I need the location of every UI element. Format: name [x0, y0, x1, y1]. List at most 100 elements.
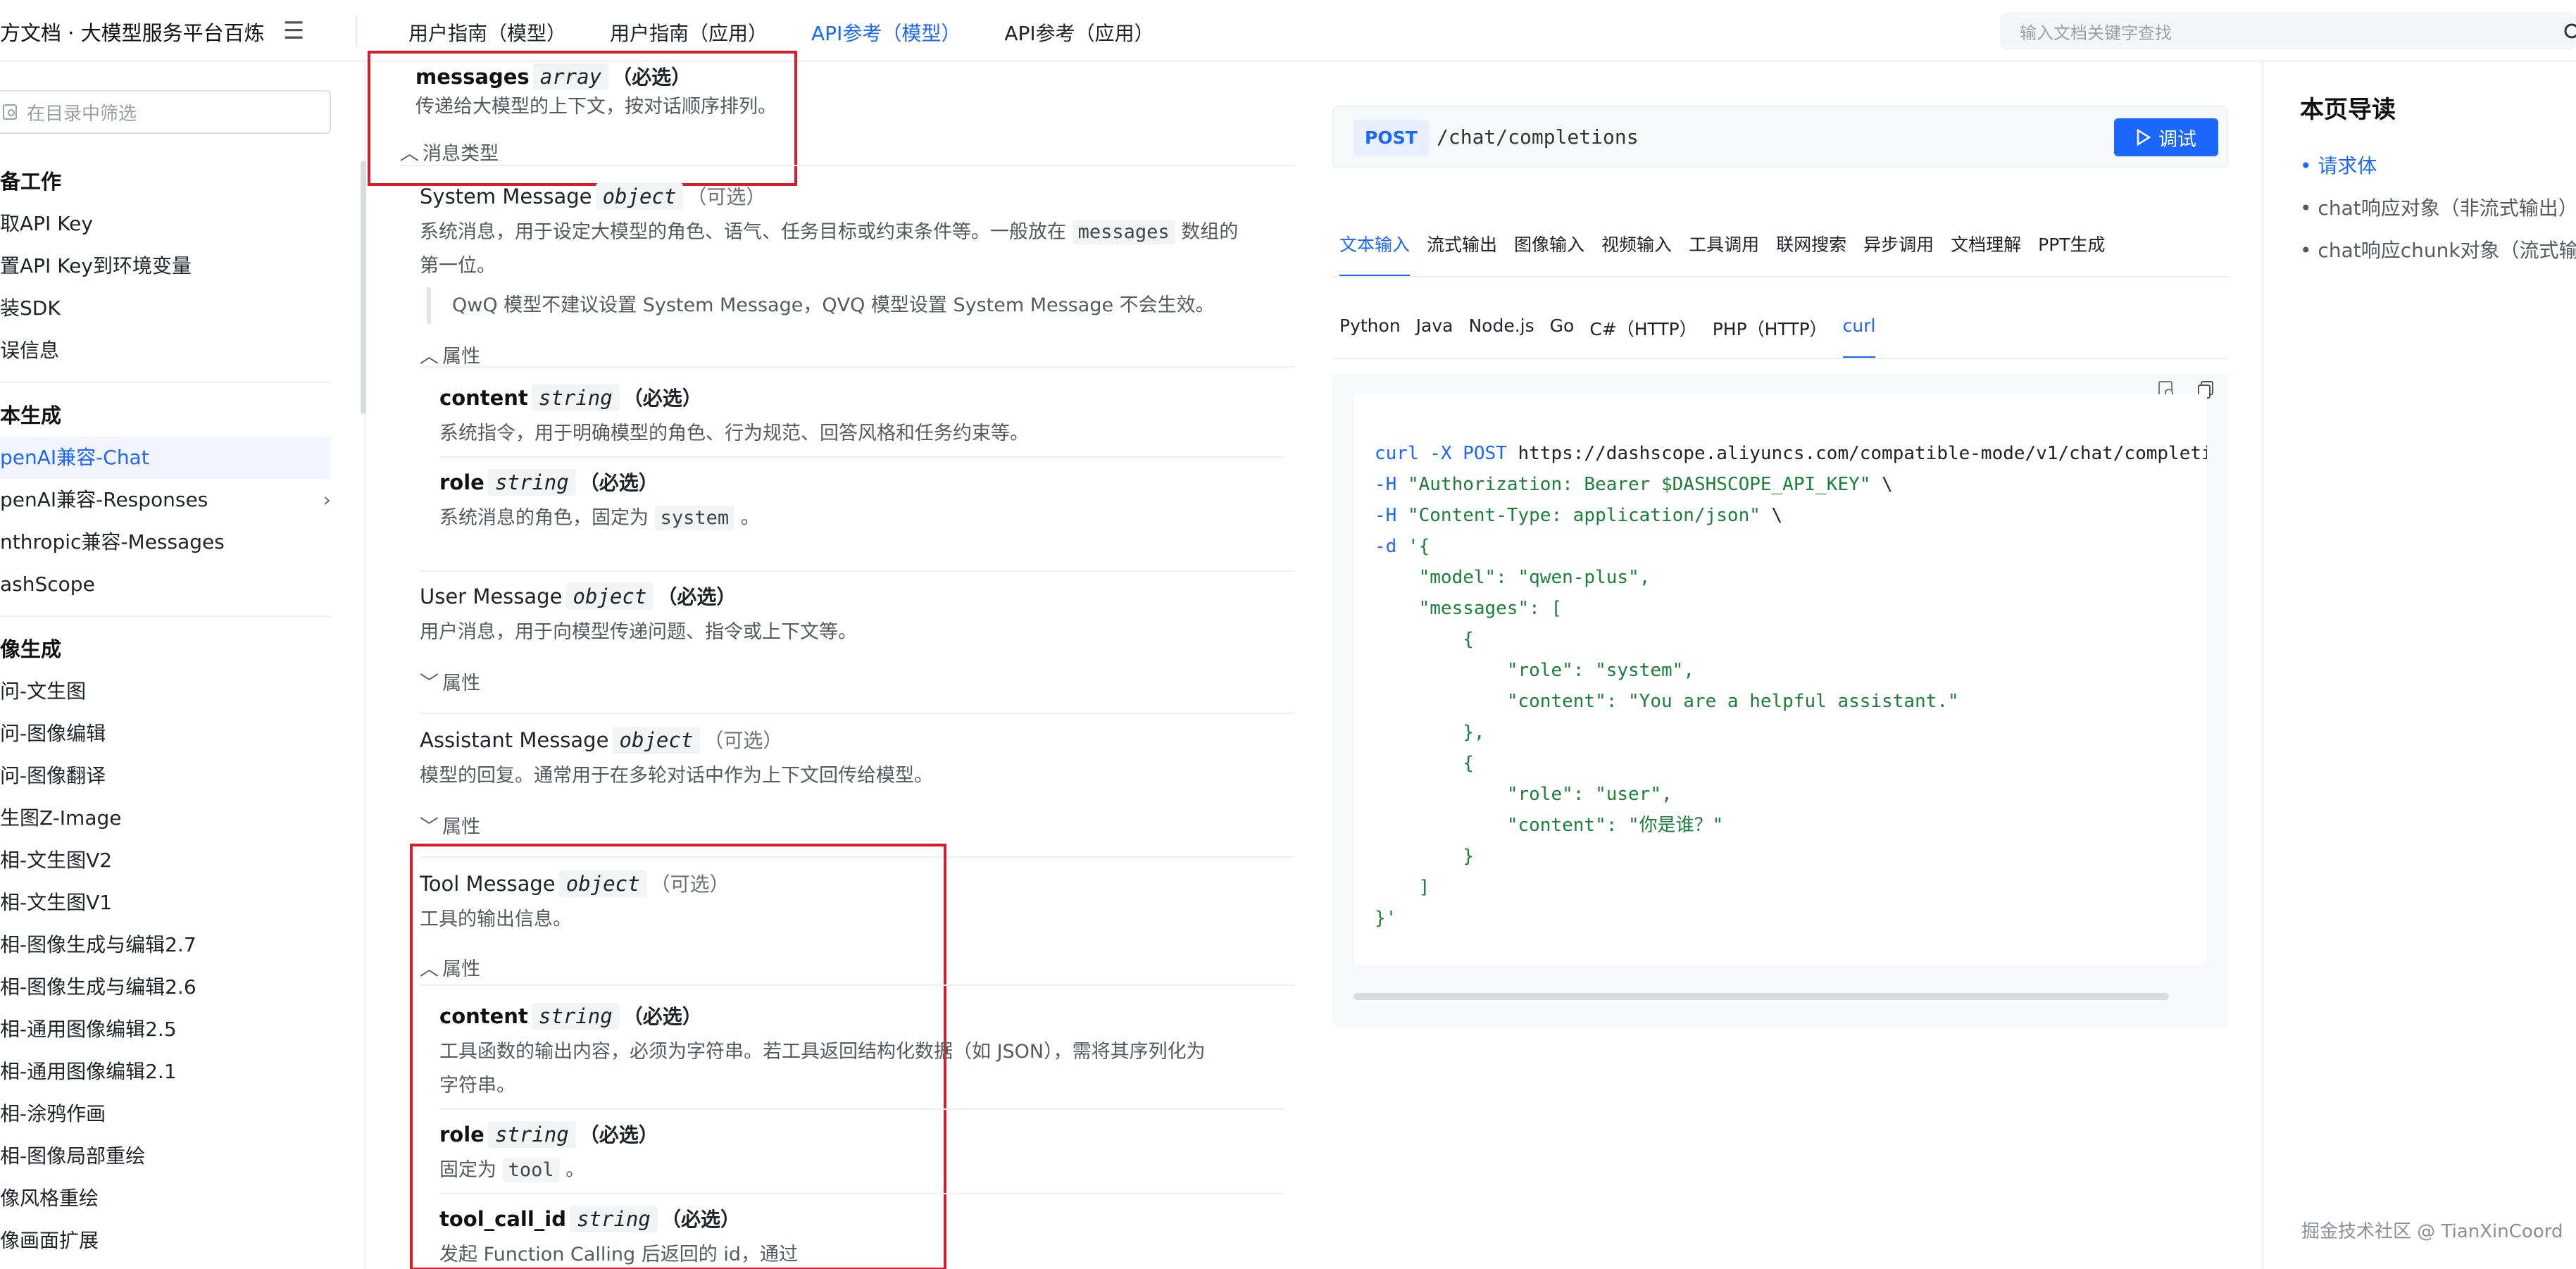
filter-icon — [3, 104, 17, 120]
attr-label: 属性 — [442, 673, 481, 694]
divider — [420, 366, 1294, 368]
nav-api-ref-model[interactable]: API参考（模型） — [811, 18, 961, 46]
sidebar-item[interactable]: 相-图像局部重绘 — [0, 1135, 331, 1177]
code-line: curl -X POST https://dashscope.aliyuncs.… — [1375, 443, 2207, 464]
search-icon[interactable] — [2563, 23, 2576, 42]
user-message-desc: 用户消息，用于向模型传递问题、指令或上下文等。 — [420, 621, 857, 643]
lang-tab-go[interactable]: Go — [1550, 315, 1575, 359]
sidebar-item[interactable]: 问-图像翻译 — [0, 755, 331, 797]
endpoint-bar: POST /chat/completions 调试 — [1332, 106, 2228, 168]
sidebar-section-title: 像生成 — [0, 637, 62, 661]
system-role-param: role string （必选） — [439, 468, 658, 496]
sidebar-item[interactable]: 误信息 — [0, 330, 331, 372]
toc-item-chat-chunk[interactable]: • chat响应chunk对象（流式输出） — [2300, 230, 2576, 272]
tab-text-input[interactable]: 文本输入 — [1339, 231, 1411, 277]
msg-title: Assistant Message — [420, 728, 609, 752]
site-brand[interactable]: 方文档 · 大模型服务平台百炼 — [0, 17, 265, 46]
sidebar-item[interactable]: 置API Key到环境变量 — [0, 245, 331, 287]
sidebar-item[interactable]: 问-文生图 — [0, 670, 331, 713]
tab-ppt[interactable]: PPT生成 — [2038, 231, 2105, 277]
tool-attr-toggle[interactable]: ︿ 属性 — [420, 954, 480, 981]
desc-text: 字符串。 — [439, 1075, 515, 1096]
code-panel: POST /chat/completions 调试 文本输入 流式输出 图像输入… — [1332, 62, 2234, 1269]
sidebar-item[interactable]: 装SDK — [0, 287, 331, 330]
system-attr-toggle[interactable]: ︿ 属性 — [420, 341, 480, 368]
main-content: messages array （必选） 传递给大模型的上下文，按对话顺序排列。 … — [368, 51, 1297, 1269]
divider — [439, 456, 1284, 458]
sidebar-item[interactable]: 相-通用图像编辑2.1 — [0, 1051, 331, 1093]
msg-title: User Message — [420, 585, 563, 608]
sidebar-item[interactable]: ashScope — [0, 563, 331, 606]
sidebar-scrollbar[interactable] — [361, 161, 366, 414]
user-attr-toggle[interactable]: ﹀ 属性 — [420, 668, 480, 695]
lang-tab-nodejs[interactable]: Node.js — [1468, 315, 1534, 359]
doc-search-input[interactable]: 输入文档关键字查找 — [2000, 13, 2576, 49]
app-root: 方文档 · 大模型服务平台百炼 ☰ 用户指南（模型） 用户指南（应用） API参… — [0, 0, 2576, 1269]
param-required: （必选） — [579, 1123, 658, 1146]
lang-tab-curl[interactable]: curl — [1842, 315, 1876, 359]
sidebar-section-title: 本生成 — [0, 404, 62, 427]
assistant-attr-toggle[interactable]: ﹀ 属性 — [420, 811, 480, 839]
nav-api-ref-app[interactable]: API参考（应用） — [1004, 18, 1153, 46]
sidebar-item[interactable]: 相-涂鸦作画 — [0, 1093, 331, 1135]
nav-user-guide-model[interactable]: 用户指南（模型） — [408, 18, 566, 46]
msg-title: System Message — [420, 185, 592, 208]
sidebar-item[interactable]: 像画面扩展 — [0, 1220, 331, 1262]
attr-label: 属性 — [442, 816, 481, 838]
sidebar-item[interactable]: 相-文生图V2 — [0, 839, 331, 882]
sidebar-section-title: 备工作 — [0, 170, 62, 194]
sidebar-divider — [0, 615, 331, 617]
param-required: （必选） — [579, 471, 658, 494]
chevron-right-icon[interactable]: › — [323, 479, 331, 521]
code-line: }, — [1375, 722, 1485, 743]
lang-tab-csharp[interactable]: C#（HTTP） — [1589, 315, 1696, 359]
sidebar-item[interactable]: 生图Z-Image — [0, 797, 331, 839]
msg-types-toggle[interactable]: ︿ 消息类型 — [400, 138, 499, 165]
tab-streaming[interactable]: 流式输出 — [1427, 231, 1497, 277]
attr-label: 属性 — [442, 346, 481, 368]
lang-tab-php[interactable]: PHP（HTTP） — [1713, 315, 1827, 359]
msg-flag: （可选） — [687, 185, 766, 208]
chevron-down-icon: ﹀ — [420, 673, 439, 694]
tab-async[interactable]: 异步调用 — [1863, 231, 1934, 277]
sidebar-item[interactable]: 相-文生图V1 — [0, 882, 331, 924]
try-debug-button[interactable]: 调试 — [2114, 118, 2218, 156]
code-horizontal-scrollbar[interactable] — [1353, 993, 2169, 1000]
toc-title: 本页导读 — [2300, 96, 2396, 124]
menu-icon[interactable]: ☰ — [283, 17, 304, 45]
play-icon — [2137, 129, 2151, 146]
code-line: -H "Content-Type: application/json" \ — [1375, 505, 1783, 526]
sidebar-item[interactable]: 像风格重绘 — [0, 1177, 331, 1220]
nav-user-guide-app[interactable]: 用户指南（应用） — [610, 18, 768, 46]
toc-filter-input[interactable]: 在目录中筛选 — [0, 90, 331, 134]
lang-tab-python[interactable]: Python — [1339, 315, 1401, 359]
sidebar-item-openai-chat[interactable]: penAI兼容-Chat — [0, 437, 331, 479]
code-line: "messages": [ — [1375, 598, 1563, 619]
sidebar-item[interactable]: 问-图像编辑 — [0, 713, 331, 755]
chevron-down-icon: ﹀ — [420, 816, 439, 838]
tab-video-input[interactable]: 视频输入 — [1601, 231, 1672, 277]
tab-image-input[interactable]: 图像输入 — [1514, 231, 1584, 277]
toc-item-request-body[interactable]: • 请求体 — [2300, 145, 2576, 187]
msg-type: object — [558, 870, 647, 897]
tab-doc-understanding[interactable]: 文档理解 — [1951, 231, 2021, 277]
msg-title: Tool Message — [420, 872, 556, 896]
msg-flag: （可选） — [704, 729, 783, 752]
sidebar-item-openai-responses[interactable]: penAI兼容-Responses › — [0, 479, 331, 521]
tab-web-search[interactable]: 联网搜索 — [1776, 231, 1846, 277]
sidebar-item[interactable]: 相-通用图像编辑2.5 — [0, 1008, 331, 1051]
system-message-header: System Message object （可选） — [420, 182, 765, 210]
sidebar-item[interactable]: 相-图像生成与编辑2.6 — [0, 966, 331, 1008]
sidebar-divider — [0, 382, 331, 383]
toc-item-chat-response[interactable]: • chat响应对象（非流式输出） — [2300, 187, 2576, 230]
tab-tool-call[interactable]: 工具调用 — [1689, 231, 1759, 277]
lang-tab-java[interactable]: Java — [1416, 315, 1453, 359]
sidebar-item[interactable]: 相-图像生成与编辑2.7 — [0, 924, 331, 966]
msg-type: object — [612, 727, 701, 754]
system-note: QwQ 模型不建议设置 System Message，QVQ 模型设置 Syst… — [427, 287, 1215, 324]
param-type: string — [531, 385, 620, 411]
divider — [420, 984, 1294, 986]
divider — [439, 1193, 1284, 1194]
sidebar-item[interactable]: nthropic兼容-Messages — [0, 521, 331, 563]
sidebar-item[interactable]: 取API Key — [0, 203, 331, 245]
